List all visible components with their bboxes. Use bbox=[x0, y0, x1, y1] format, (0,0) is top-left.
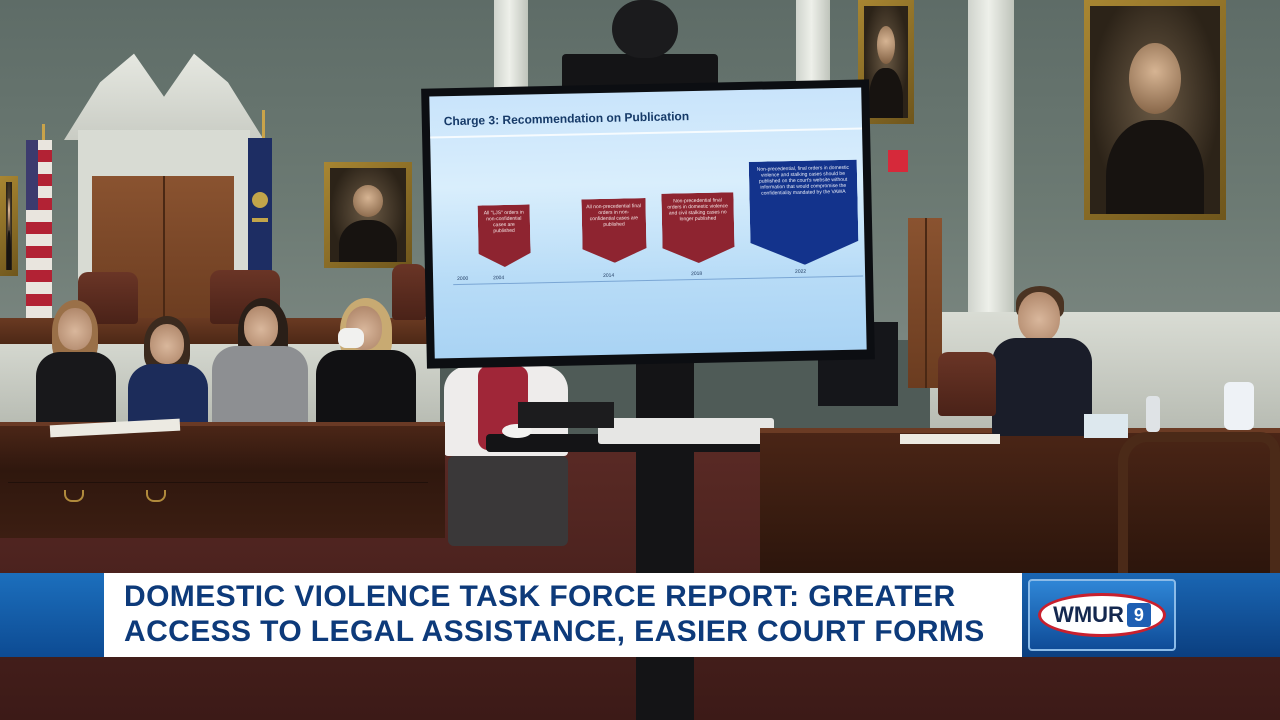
american-flag bbox=[26, 140, 52, 324]
wipes-canister bbox=[1224, 382, 1254, 430]
timeline-axis bbox=[453, 275, 864, 286]
person-1 bbox=[32, 300, 120, 432]
wooden-chair-right bbox=[1118, 432, 1280, 582]
station-logo-oval: WMUR 9 bbox=[1038, 593, 1166, 637]
station-logo-text: WMUR bbox=[1053, 602, 1124, 627]
step-2022-text: Non-precedential, final orders in domest… bbox=[756, 164, 850, 197]
timeline-step-2014: All non-precedential final orders in non… bbox=[581, 198, 646, 263]
sanitizer-bottle bbox=[1146, 396, 1160, 432]
year-label-start: 2000 bbox=[457, 275, 469, 283]
state-flag bbox=[248, 138, 272, 272]
laptop-device bbox=[518, 402, 614, 428]
year-label-2018: 2018 bbox=[690, 270, 703, 278]
person-3 bbox=[206, 298, 310, 430]
clerk-chair bbox=[938, 352, 996, 416]
clerk-man bbox=[986, 286, 1096, 436]
portrait-right bbox=[1084, 0, 1226, 220]
news-lower-third: DOMESTIC VIOLENCE TASK FORCE REPORT: GRE… bbox=[0, 573, 1280, 657]
step-2004-text: All "LJS" orders in non-confidential cas… bbox=[483, 209, 524, 235]
step-2018-text: Non-precedential final orders in domesti… bbox=[667, 197, 729, 223]
timeline-step-2004: All "LJS" orders in non-confidential cas… bbox=[478, 204, 531, 267]
person-4-masked bbox=[312, 298, 418, 434]
presentation-slide: Charge 3: Recommendation on Publication … bbox=[429, 87, 867, 359]
side-door bbox=[908, 218, 942, 388]
desk-papers bbox=[900, 434, 1000, 444]
slide-title-underline bbox=[430, 127, 863, 139]
tissue-box bbox=[1084, 414, 1128, 438]
slide-title: Charge 3: Recommendation on Publication bbox=[443, 109, 690, 129]
counsel-table-left bbox=[0, 422, 445, 538]
step-2014-text: All non-precedential final orders in non… bbox=[586, 203, 642, 228]
year-label-2004: 2004 bbox=[493, 275, 505, 282]
exit-sign bbox=[888, 150, 908, 172]
keyboard bbox=[598, 418, 774, 444]
column-center bbox=[796, 0, 830, 90]
portrait-center bbox=[324, 162, 412, 268]
column-right bbox=[968, 0, 1014, 330]
presentation-monitor: Charge 3: Recommendation on Publication … bbox=[421, 79, 875, 369]
lower-third-left-band bbox=[0, 573, 104, 657]
av-cart-pole bbox=[636, 360, 694, 720]
drawer-handle-2 bbox=[146, 490, 166, 502]
station-logo: WMUR 9 bbox=[1028, 579, 1176, 651]
portrait-left-edge bbox=[0, 176, 18, 276]
headline-line-2: ACCESS TO LEGAL ASSISTANCE, EASIER COURT… bbox=[124, 615, 985, 648]
person-2 bbox=[126, 316, 210, 434]
news-headline: DOMESTIC VIOLENCE TASK FORCE REPORT: GRE… bbox=[124, 579, 1014, 649]
year-label-2014: 2014 bbox=[603, 272, 615, 279]
drawer-handle-1 bbox=[64, 490, 84, 502]
timeline-step-2022: Non-precedential, final orders in domest… bbox=[749, 160, 859, 266]
channel-number-badge: 9 bbox=[1126, 603, 1151, 627]
face-mask bbox=[338, 328, 364, 348]
headline-line-1: DOMESTIC VIOLENCE TASK FORCE REPORT: GRE… bbox=[124, 580, 956, 613]
year-label-2022: 2022 bbox=[794, 268, 807, 275]
ceiling-camera bbox=[612, 0, 678, 58]
column-left bbox=[494, 0, 528, 90]
timeline-step-2018: Non-precedential final orders in domesti… bbox=[661, 192, 734, 263]
